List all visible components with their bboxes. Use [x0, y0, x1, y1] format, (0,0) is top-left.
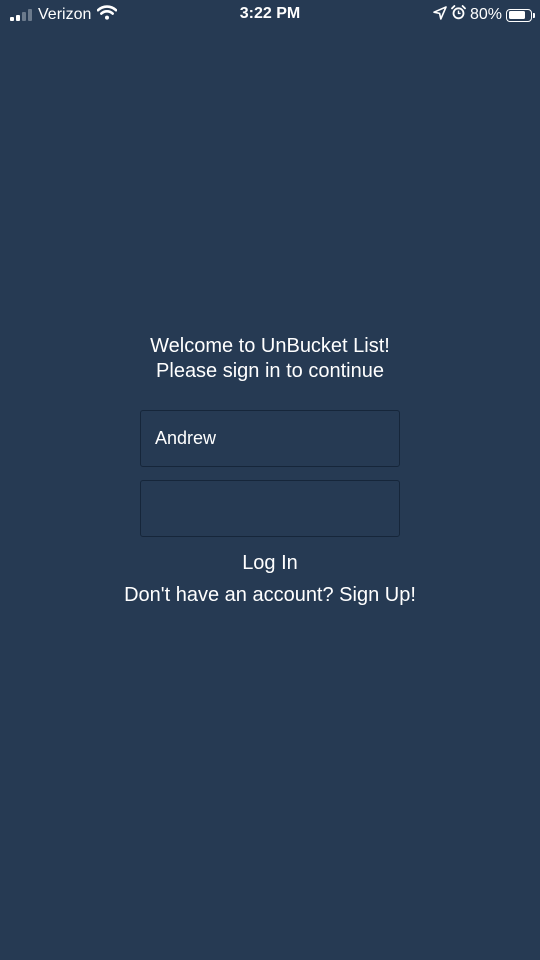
- battery-icon: [506, 8, 535, 22]
- battery-cap: [533, 12, 535, 18]
- password-field[interactable]: [140, 480, 400, 537]
- status-bar: Verizon 3:22 PM 80%: [0, 0, 540, 28]
- username-field[interactable]: [140, 410, 400, 467]
- welcome-subtitle: Please sign in to continue: [156, 360, 384, 382]
- welcome-title: Welcome to UnBucket List!: [150, 335, 390, 357]
- battery-fill: [508, 11, 526, 19]
- status-right: 80%: [433, 5, 535, 25]
- login-button[interactable]: Log In: [210, 549, 330, 577]
- battery-percent: 80%: [469, 6, 502, 23]
- welcome-message: Welcome to UnBucket List! Please sign in…: [0, 334, 540, 384]
- signup-link[interactable]: Don't have an account? Sign Up!: [100, 581, 440, 609]
- alarm-icon: [451, 5, 466, 25]
- location-arrow-icon: [433, 5, 447, 25]
